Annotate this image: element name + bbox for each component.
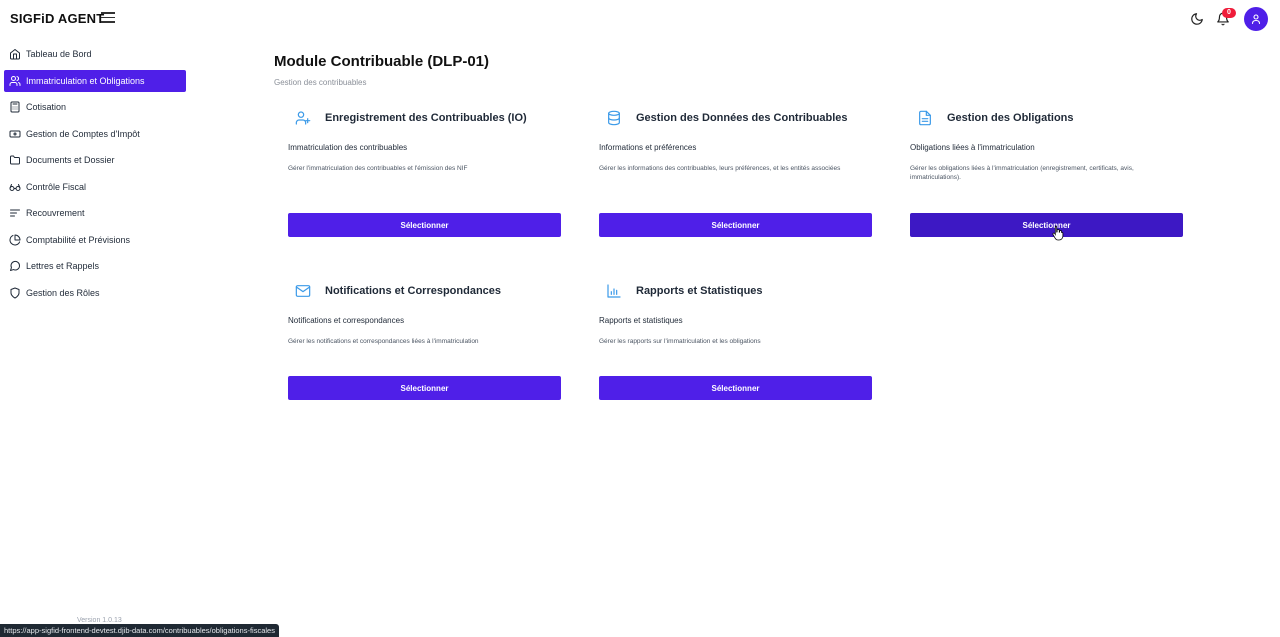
card-description: Gérer les rapports sur l'immatriculation… xyxy=(599,338,761,345)
menu-toggle-icon[interactable] xyxy=(101,12,115,26)
folder-icon xyxy=(9,154,21,166)
select-button[interactable]: Sélectionner xyxy=(288,376,561,400)
user-icon xyxy=(1251,14,1261,25)
users-icon xyxy=(9,75,21,87)
sidebar-item-label: Cotisation xyxy=(26,102,67,112)
page-title: Module Contribuable (DLP-01) xyxy=(274,53,489,70)
sidebar-item-comptes-impot[interactable]: Gestion de Comptes d'Impôt xyxy=(4,123,186,145)
card-notifications: Notifications et Correspondances Notific… xyxy=(288,279,578,429)
brand-logo-text[interactable]: SIGFiD AGENT xyxy=(10,11,104,26)
sidebar-item-documents[interactable]: Documents et Dossier xyxy=(4,149,186,171)
sidebar-item-cotisation[interactable]: Cotisation xyxy=(4,96,186,118)
sidebar-item-controle-fiscal[interactable]: Contrôle Fiscal xyxy=(4,176,186,198)
card-title: Rapports et Statistiques xyxy=(636,285,763,297)
banknote-icon xyxy=(9,128,21,140)
pie-chart-icon xyxy=(9,234,21,246)
sidebar-item-label: Contrôle Fiscal xyxy=(26,181,87,192)
browser-status-url: https://app-sigfid-frontend-devtest.djib… xyxy=(0,624,279,637)
card-description: Gérer les informations des contribuables… xyxy=(599,165,841,172)
card-subtitle: Obligations liées à l'immatriculation xyxy=(910,143,1035,152)
sidebar-item-label: Tableau de Bord xyxy=(26,49,92,59)
top-bar: SIGFiD AGENT 0 xyxy=(0,0,1280,38)
list-icon xyxy=(9,207,21,219)
sidebar-item-comptabilite[interactable]: Comptabilité et Prévisions xyxy=(4,229,186,251)
glasses-icon xyxy=(9,181,21,193)
card-description: Gérer les obligations liées à l'immatric… xyxy=(910,165,1134,181)
app-version: Version 1.0.13 xyxy=(77,617,122,624)
sidebar: Tableau de Bord Immatriculation et Oblig… xyxy=(0,43,190,308)
card-enregistrement: Enregistrement des Contribuables (IO) Im… xyxy=(288,106,578,256)
card-title: Gestion des Obligations xyxy=(947,112,1074,124)
file-text-icon xyxy=(917,110,933,126)
card-title: Enregistrement des Contribuables (IO) xyxy=(325,112,527,124)
sidebar-item-label: Gestion de Comptes d'Impôt xyxy=(26,128,140,139)
card-rapports: Rapports et Statistiques Rapports et sta… xyxy=(599,279,889,429)
select-button[interactable]: Sélectionner xyxy=(288,213,561,237)
sidebar-item-lettres[interactable]: Lettres et Rappels xyxy=(4,255,186,277)
sidebar-item-immatriculation[interactable]: Immatriculation et Obligations xyxy=(4,69,186,92)
user-plus-icon xyxy=(295,110,311,126)
sidebar-item-label: Immatriculation et Obligations xyxy=(26,75,145,86)
bar-chart-icon xyxy=(606,283,622,299)
hand-cursor-icon xyxy=(1052,225,1064,241)
card-subtitle: Rapports et statistiques xyxy=(599,316,683,325)
database-icon xyxy=(606,110,622,126)
card-subtitle: Informations et préférences xyxy=(599,143,697,152)
card-subtitle: Notifications et correspondances xyxy=(288,316,405,325)
sidebar-item-label: Documents et Dossier xyxy=(26,155,115,165)
card-title: Gestion des Données des Contribuables xyxy=(636,112,848,124)
card-donnees: Gestion des Données des Contribuables In… xyxy=(599,106,889,256)
sidebar-item-label: Comptabilité et Prévisions xyxy=(26,234,131,245)
sidebar-item-tableau-de-bord[interactable]: Tableau de Bord xyxy=(4,43,186,65)
calculator-icon xyxy=(9,101,21,113)
select-button[interactable]: Sélectionner xyxy=(599,213,872,237)
sidebar-item-roles[interactable]: Gestion des Rôles xyxy=(4,282,186,304)
home-icon xyxy=(9,48,21,60)
card-title: Notifications et Correspondances xyxy=(325,285,502,297)
sidebar-item-label: Lettres et Rappels xyxy=(26,261,100,271)
page-subtitle: Gestion des contribuables xyxy=(274,78,367,87)
sidebar-item-recouvrement[interactable]: Recouvrement xyxy=(4,202,186,224)
card-description: Gérer les notifications et correspondanc… xyxy=(288,338,479,345)
sidebar-item-label: Gestion des Rôles xyxy=(26,287,100,298)
shield-icon xyxy=(9,287,21,299)
select-button[interactable]: Sélectionner xyxy=(599,376,872,400)
card-subtitle: Immatriculation des contribuables xyxy=(288,143,408,152)
notification-badge: 0 xyxy=(1222,8,1236,18)
mail-icon xyxy=(295,283,311,299)
sidebar-item-label: Recouvrement xyxy=(26,208,85,218)
message-icon xyxy=(9,260,21,272)
dark-mode-icon[interactable] xyxy=(1190,12,1204,26)
card-description: Gérer l'immatriculation des contribuable… xyxy=(288,165,468,172)
user-avatar[interactable] xyxy=(1244,7,1268,31)
select-button[interactable]: Sélectionner xyxy=(910,213,1183,237)
